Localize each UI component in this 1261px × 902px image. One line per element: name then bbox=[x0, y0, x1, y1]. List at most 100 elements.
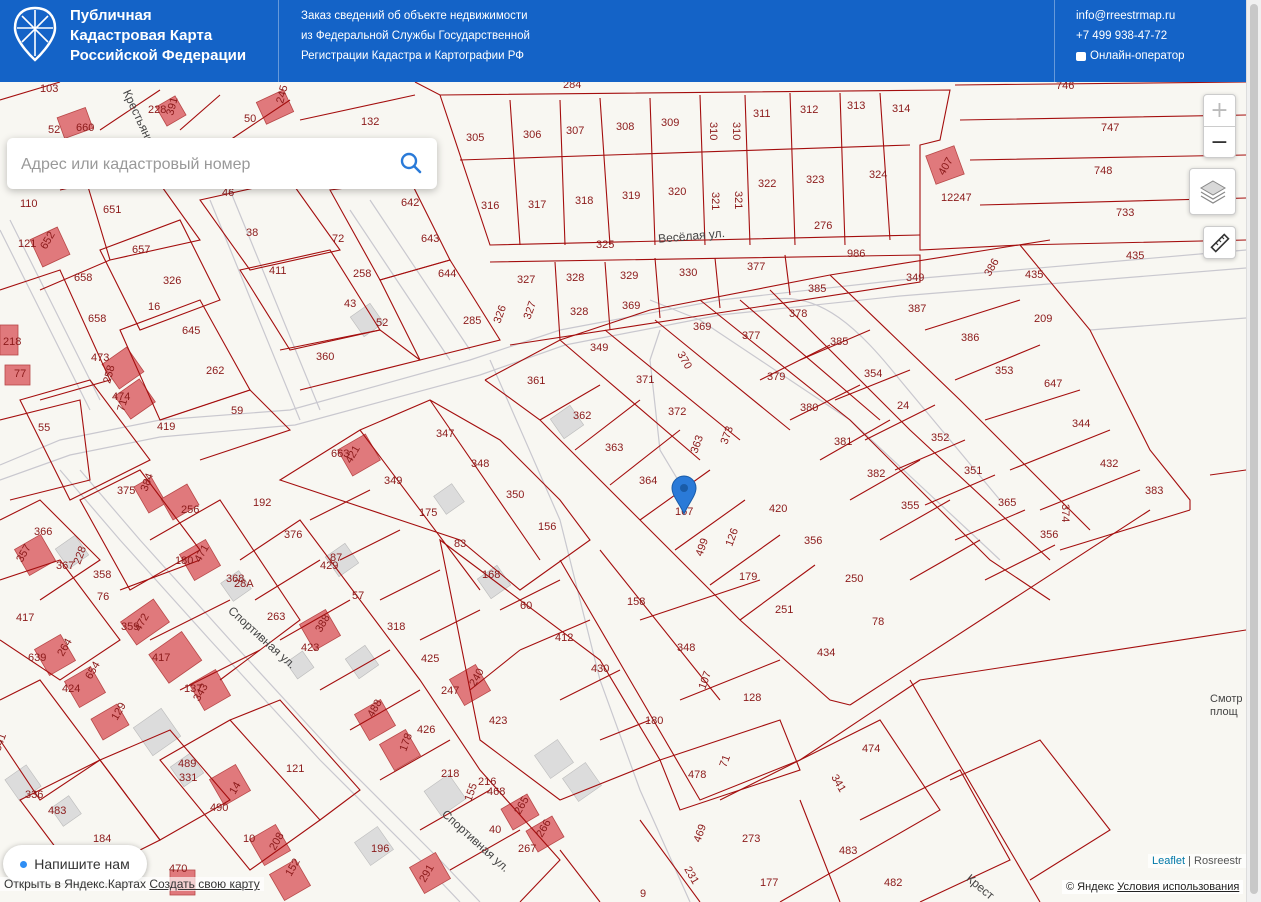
parcel-label: 316 bbox=[481, 200, 499, 212]
parcel-label: 376 bbox=[284, 529, 302, 541]
parcel-label: 660 bbox=[76, 122, 94, 134]
parcel-label: 366 bbox=[34, 526, 52, 538]
parcel-label: 647 bbox=[1044, 378, 1062, 390]
parcel-label: 369 bbox=[622, 300, 640, 312]
parcel-label: 657 bbox=[132, 244, 150, 256]
layers-button[interactable] bbox=[1189, 168, 1236, 215]
logo-icon bbox=[13, 6, 57, 62]
parcel-label: 263 bbox=[267, 611, 285, 623]
map-label-line: площ bbox=[1210, 706, 1238, 718]
phone-link[interactable]: +7 499 938-47-72 bbox=[1076, 26, 1185, 46]
header-divider bbox=[1054, 0, 1055, 82]
parcel-label: 326 bbox=[492, 304, 510, 325]
parcel-label: 645 bbox=[182, 325, 200, 337]
parcel-label: 418 bbox=[340, 82, 358, 85]
search-box bbox=[7, 138, 437, 189]
parcel-label: 349 bbox=[384, 475, 402, 487]
parcel-label: 377 bbox=[747, 261, 765, 273]
parcel-label: 9 bbox=[640, 888, 646, 900]
zoom-control: + − bbox=[1203, 94, 1236, 158]
parcel-label: 371 bbox=[636, 374, 654, 386]
parcel-label: 52 bbox=[48, 124, 60, 136]
search-input[interactable] bbox=[19, 152, 383, 178]
attribution-separator: | bbox=[1185, 855, 1195, 867]
parcel-label: 324 bbox=[869, 169, 887, 181]
scrollbar-thumb[interactable] bbox=[1250, 4, 1258, 894]
parcel-label: 326 bbox=[163, 275, 181, 287]
parcel-label: 256 bbox=[181, 504, 199, 516]
parcel-label: 284 bbox=[563, 82, 581, 91]
parcel-label: 38 bbox=[246, 227, 258, 239]
parcel-label: 196 bbox=[371, 843, 389, 855]
parcel-label: 644 bbox=[438, 268, 456, 280]
online-operator-label: Онлайн-оператор bbox=[1090, 50, 1185, 62]
header-description-line: Регистрации Кадастра и Картографии РФ bbox=[301, 50, 524, 62]
parcel-label: 411 bbox=[269, 265, 287, 277]
parcel-label: 341 bbox=[0, 732, 9, 753]
email-link[interactable]: info@rreestrmap.ru bbox=[1076, 6, 1185, 26]
parcel-label: 369 bbox=[693, 321, 711, 333]
search-icon bbox=[400, 152, 422, 174]
parcel-label: 322 bbox=[758, 178, 776, 190]
zoom-in-button[interactable]: + bbox=[1204, 95, 1235, 127]
parcel-label: 747 bbox=[1101, 122, 1119, 134]
brand[interactable]: Публичная Кадастровая Карта Российской Ф… bbox=[12, 6, 246, 66]
parcel-label: 373 bbox=[719, 425, 737, 446]
parcel-label: 356 bbox=[1040, 529, 1058, 541]
parcel-label: 218 bbox=[3, 336, 21, 348]
parcel-label: 158 bbox=[627, 596, 645, 608]
parcel-label: 435 bbox=[1025, 269, 1043, 281]
parcel-label: 323 bbox=[806, 174, 824, 186]
parcel-label: 60 bbox=[520, 600, 532, 612]
parcel-label: 363 bbox=[605, 442, 623, 454]
parcel-label: 642 bbox=[401, 197, 419, 209]
parcel-label: 329 bbox=[620, 270, 638, 282]
parcel-label: 40 bbox=[489, 824, 501, 836]
parcel-label: 658 bbox=[74, 272, 92, 284]
parcel-label: 360 bbox=[316, 351, 334, 363]
site-header: Публичная Кадастровая Карта Российской Ф… bbox=[0, 0, 1246, 82]
create-map-link[interactable]: Создать свою карту bbox=[149, 877, 259, 891]
parcel-label: 639 bbox=[28, 652, 46, 664]
parcel-label: 387 bbox=[908, 303, 926, 315]
parcel-label: 55 bbox=[38, 422, 50, 434]
parcel-label: 310 bbox=[730, 122, 742, 140]
ruler-button[interactable] bbox=[1203, 226, 1236, 259]
parcel-label: 651 bbox=[103, 204, 121, 216]
parcel-label: 128 bbox=[743, 692, 761, 704]
parcel-label: 423 bbox=[301, 642, 319, 654]
parcel-label: 350 bbox=[506, 489, 524, 501]
parcel-label: 312 bbox=[800, 104, 818, 116]
zoom-out-button[interactable]: − bbox=[1204, 127, 1235, 158]
online-operator-link[interactable]: Онлайн-оператор bbox=[1076, 46, 1185, 66]
parcel-label: 468 bbox=[487, 786, 505, 798]
parcel-label: 325 bbox=[596, 239, 614, 251]
parcel-label: 417 bbox=[16, 612, 34, 624]
parcel-label: 320 bbox=[668, 186, 686, 198]
parcel-label: 365 bbox=[998, 497, 1016, 509]
parcel-label: 358 bbox=[93, 569, 111, 581]
page-scrollbar[interactable] bbox=[1246, 0, 1261, 902]
parcel-label: 184 bbox=[93, 833, 111, 845]
parcel-label: 177 bbox=[760, 877, 778, 889]
yandex-copyright-text: © Яндекс bbox=[1066, 881, 1115, 893]
search-button[interactable] bbox=[399, 151, 423, 175]
parcel-label: 273 bbox=[742, 833, 760, 845]
parcel-label: 121 bbox=[286, 763, 304, 775]
terms-of-use-link[interactable]: Условия использования bbox=[1117, 881, 1239, 893]
map-canvas[interactable]: 1036602283915024541813252284746305306307… bbox=[0, 82, 1246, 902]
parcel-label: 318 bbox=[575, 195, 593, 207]
leaflet-link[interactable]: Leaflet bbox=[1152, 855, 1185, 867]
street-labels: Весёлая ул. Спортивная ул. Спортивная ул… bbox=[120, 88, 997, 902]
parcel-label: 59 bbox=[231, 405, 243, 417]
parcel-label: 354 bbox=[864, 368, 882, 380]
parcel-label: 321 bbox=[732, 191, 744, 209]
cadastral-map[interactable]: 1036602283915024541813252284746305306307… bbox=[0, 82, 1246, 902]
open-in-yandex-link[interactable]: Открыть в Яндекс.Картах bbox=[4, 877, 146, 891]
parcel-label: 377 bbox=[742, 330, 760, 342]
parcel-label: 218 bbox=[441, 768, 459, 780]
parcel-label: 103 bbox=[40, 83, 58, 95]
header-description: Заказ сведений об объекте недвижимости и… bbox=[301, 6, 530, 66]
parcel-label: 372 bbox=[668, 406, 686, 418]
parcel-label: 262 bbox=[206, 365, 224, 377]
